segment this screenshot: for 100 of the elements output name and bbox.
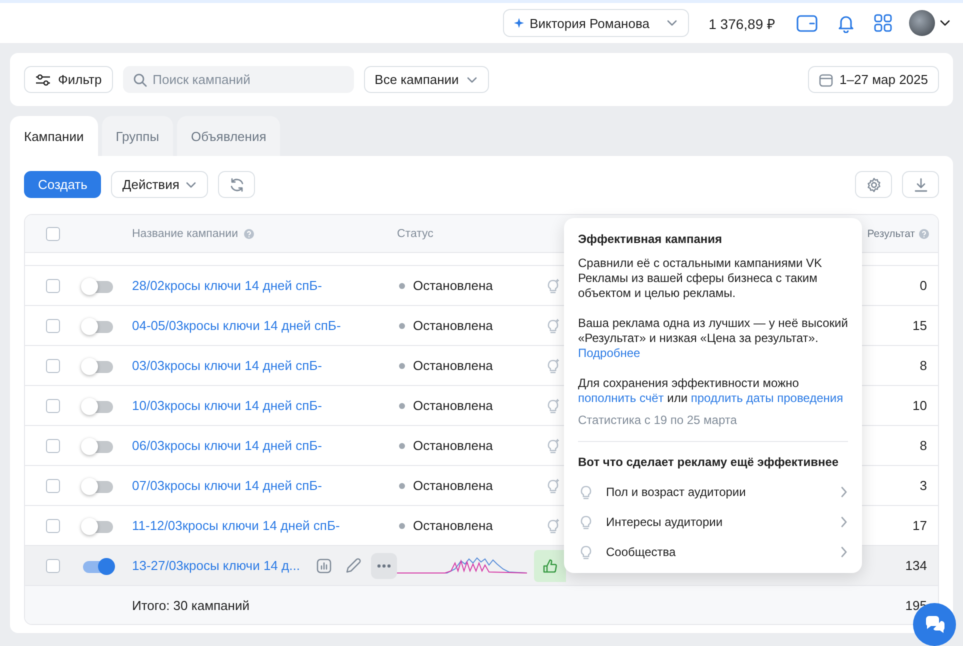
- wallet-button[interactable]: [796, 13, 818, 33]
- settings-icon: [866, 176, 882, 192]
- wallet-icon: [796, 13, 818, 33]
- download-button[interactable]: [902, 171, 939, 198]
- sliders-icon: [35, 72, 51, 86]
- row-checkbox[interactable]: [46, 398, 60, 412]
- campaign-link[interactable]: 03/03кросы ключи 14 дней спБ-: [132, 358, 322, 373]
- statistics-note: Статистика с 19 по 25 марта: [578, 413, 738, 428]
- bar-chart-icon: [316, 558, 332, 574]
- result-value: 8: [920, 358, 927, 373]
- toggle-switch[interactable]: [83, 441, 113, 453]
- account-selector[interactable]: Виктория Романова: [502, 9, 689, 37]
- campaign-link[interactable]: 06/03кросы ключи 14 дней спБ-: [132, 438, 322, 453]
- avatar-icon: [909, 10, 935, 36]
- chat-icon: [924, 614, 946, 634]
- status-label: Остановлена: [397, 438, 493, 453]
- search-field[interactable]: Поиск кампаний: [122, 66, 354, 93]
- toggle-switch[interactable]: [83, 321, 113, 333]
- filter-button[interactable]: Фильтр: [24, 66, 113, 93]
- toggle-switch[interactable]: [83, 521, 113, 533]
- performance-button[interactable]: [534, 550, 566, 582]
- balance: 1 376,89 ₽: [708, 14, 775, 32]
- more-button[interactable]: [371, 552, 397, 578]
- tab[interactable]: Группы: [102, 116, 174, 156]
- result-value: 134: [905, 558, 927, 573]
- actions-menu[interactable]: Действия: [111, 171, 208, 198]
- campaign-link[interactable]: 11-12/03кросы ключи 14 дней спБ-: [132, 518, 340, 533]
- toggle-switch[interactable]: [83, 361, 113, 373]
- row-checkbox[interactable]: [46, 278, 60, 292]
- column-header: Результат: [867, 228, 915, 240]
- date-range-button[interactable]: 1–27 мар 2025: [808, 66, 939, 93]
- toggle-switch[interactable]: [83, 401, 113, 413]
- tooltip-title: Эффективная кампания: [578, 232, 724, 247]
- suggestion-item[interactable]: Пол и возраст аудитории: [578, 477, 848, 507]
- result-value: 17: [912, 518, 927, 533]
- toggle-switch[interactable]: [83, 561, 113, 573]
- status-label: Остановлена: [397, 518, 493, 533]
- link[interactable]: Подробнее: [578, 346, 640, 360]
- pencil-icon: [344, 556, 362, 574]
- refresh-icon: [228, 176, 245, 192]
- suggestion-item[interactable]: Интересы аудитории: [578, 507, 848, 537]
- campaign-link[interactable]: 13-27/03кросы ключи 14 д...: [132, 558, 300, 573]
- column-header: Название кампании: [132, 228, 238, 240]
- result-value: 15: [912, 318, 927, 333]
- link[interactable]: пополнить счёт: [578, 391, 664, 405]
- apps-button[interactable]: [874, 14, 892, 32]
- lightbulb-icon: [545, 358, 561, 374]
- result-value: 8: [920, 438, 927, 453]
- lightbulb-icon: [545, 518, 561, 534]
- row-checkbox[interactable]: [46, 518, 60, 532]
- status-label: Остановлена: [397, 398, 493, 413]
- row-checkbox[interactable]: [46, 558, 60, 572]
- status-label: Остановлена: [397, 318, 493, 333]
- help-icon: [244, 228, 254, 238]
- more-icon: [377, 564, 391, 568]
- link[interactable]: продлить даты проведения: [690, 391, 844, 405]
- chevron-right-icon: [840, 546, 848, 558]
- campaign-link[interactable]: 10/03кросы ключи 14 дней спБ-: [132, 398, 322, 413]
- toggle-switch[interactable]: [83, 481, 113, 493]
- select-all-checkbox[interactable]: [46, 226, 60, 240]
- total-label: Итого: 30 кампаний: [132, 598, 250, 612]
- bell-icon: [836, 13, 856, 33]
- lightbulb-icon: [578, 514, 594, 530]
- notifications-button[interactable]: [836, 13, 856, 33]
- settings-button[interactable]: [855, 171, 892, 198]
- status-label: Остановлена: [397, 278, 493, 293]
- campaign-select[interactable]: Все кампании: [364, 66, 489, 93]
- search-icon: [132, 72, 147, 86]
- campaign-link[interactable]: 04-05/03кросы ключи 14 дней спБ-: [132, 318, 341, 333]
- row-checkbox[interactable]: [46, 358, 60, 372]
- row-checkbox[interactable]: [46, 318, 60, 332]
- refresh-button[interactable]: [218, 171, 256, 198]
- tab[interactable]: Объявления: [177, 116, 280, 156]
- campaign-link[interactable]: 28/02кросы ключи 14 дней спБ-: [132, 278, 322, 293]
- toggle-switch[interactable]: [83, 281, 113, 293]
- calendar-icon: [818, 72, 833, 86]
- tab[interactable]: Кампании: [10, 116, 98, 156]
- chevron-right-icon: [840, 516, 848, 528]
- tooltip-text: Ваша реклама одна из лучших — у неё высокий «Результат» и низкая «Цена за результат». Подробнее: [578, 316, 848, 361]
- lightbulb-icon: [545, 398, 561, 414]
- row-checkbox[interactable]: [46, 478, 60, 492]
- lightbulb-icon: [578, 544, 594, 560]
- result-value: 3: [920, 478, 927, 493]
- status-label: Остановлена: [397, 478, 493, 493]
- download-icon: [912, 176, 928, 192]
- tooltip-text: Сравнили её с остальными кампаниями VK Рекламы из вашей сферы бизнеса с таким объектом и целью рекламы.: [578, 256, 824, 301]
- chevron-right-icon: [840, 486, 848, 498]
- lightbulb-icon: [578, 484, 594, 500]
- sparkle-icon: [514, 18, 524, 28]
- suggestion-item[interactable]: Сообщества: [578, 537, 848, 567]
- lightbulb-icon: [545, 478, 561, 494]
- status-label: Остановлена: [397, 358, 493, 373]
- row-checkbox[interactable]: [46, 438, 60, 452]
- section-heading: Вот что сделает рекламу ещё эффективнее: [578, 455, 840, 470]
- thumbs-up-icon: [542, 558, 558, 574]
- profile-menu[interactable]: [909, 10, 951, 36]
- grid-icon: [874, 14, 892, 32]
- lightbulb-icon: [545, 278, 561, 294]
- create-button[interactable]: Создать: [24, 171, 102, 198]
- campaign-link[interactable]: 07/03кросы ключи 14 дней спБ-: [132, 478, 322, 493]
